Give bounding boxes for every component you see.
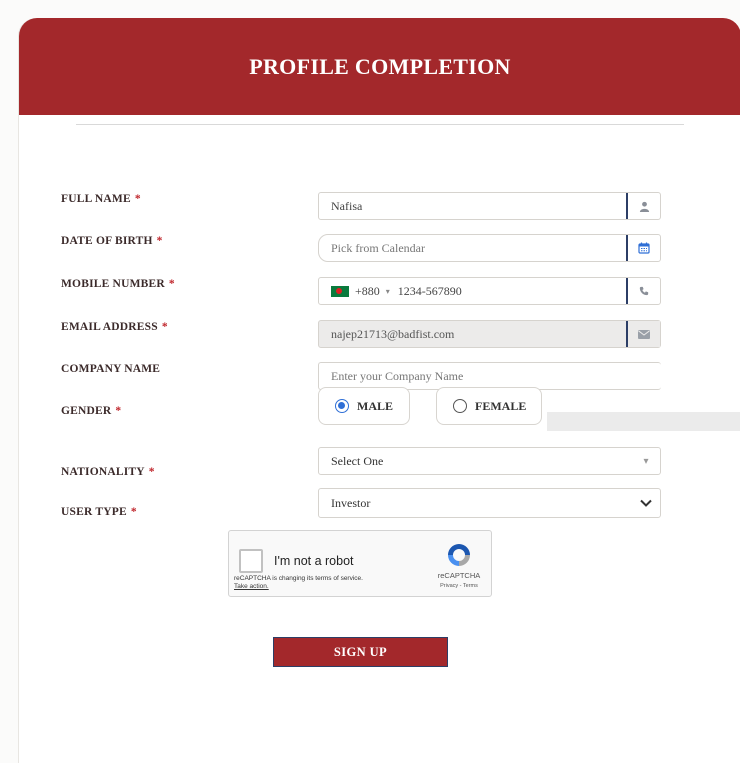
company-placeholder: Enter your Company Name — [331, 368, 464, 383]
chevron-down-icon — [632, 499, 660, 507]
recaptcha-checkbox[interactable] — [239, 549, 263, 573]
email-value: najep21713@badfist.com — [331, 326, 455, 341]
mobile-field[interactable]: +880 ▾ 1234-567890 — [318, 277, 661, 305]
email-label: EMAIL ADDRESS * — [61, 321, 168, 333]
nationality-select[interactable]: Select One ▾ — [318, 447, 661, 475]
divider — [76, 124, 684, 125]
header-banner: PROFILE COMPLETION — [19, 18, 740, 115]
signup-button[interactable]: SIGN UP — [273, 637, 448, 667]
email-field: najep21713@badfist.com — [318, 320, 661, 348]
female-label: FEMALE — [475, 398, 527, 413]
recaptcha-logo-icon — [448, 544, 470, 566]
page-title: PROFILE COMPLETION — [249, 53, 511, 79]
mobile-label: MOBILE NUMBER * — [61, 278, 175, 290]
dob-label: DATE OF BIRTH * — [61, 235, 163, 247]
dob-field[interactable]: Pick from Calendar — [318, 234, 661, 262]
gender-label: GENDER * — [61, 405, 122, 417]
company-field[interactable]: Enter your Company Name — [318, 362, 661, 390]
recaptcha-brand: reCAPTCHA — [437, 571, 481, 580]
gender-male-option[interactable]: MALE — [318, 387, 410, 425]
recaptcha-widget: I'm not a robot reCAPTCHA is changing it… — [228, 530, 492, 597]
grey-bar — [547, 412, 740, 431]
recaptcha-take-action-link[interactable]: Take action. — [234, 583, 363, 591]
gender-female-option[interactable]: FEMALE — [436, 387, 542, 425]
user-icon — [626, 193, 660, 219]
recaptcha-terms-link[interactable]: Privacy - Terms — [429, 583, 489, 589]
company-label: COMPANY NAME — [61, 363, 161, 375]
male-label: MALE — [357, 398, 393, 413]
envelope-icon — [626, 321, 660, 347]
full-name-value: Nafisa — [331, 198, 363, 213]
nationality-value: Select One — [331, 453, 384, 468]
country-code[interactable]: +880 — [355, 284, 380, 299]
dob-placeholder: Pick from Calendar — [331, 240, 425, 255]
user-type-value: Investor — [331, 495, 371, 510]
chevron-down-icon: ▾ — [643, 455, 649, 467]
male-radio[interactable] — [335, 399, 349, 413]
user-type-label: USER TYPE * — [61, 506, 137, 518]
calendar-icon[interactable] — [626, 235, 660, 261]
recaptcha-label: I'm not a robot — [274, 554, 354, 568]
bangladesh-flag-icon[interactable] — [331, 285, 349, 297]
phone-icon — [626, 278, 660, 304]
female-radio[interactable] — [453, 399, 467, 413]
mobile-value: 1234-567890 — [397, 283, 462, 298]
nationality-label: NATIONALITY * — [61, 466, 155, 478]
recaptcha-notice: reCAPTCHA is changing its terms of servi… — [234, 575, 363, 591]
user-type-select[interactable]: Investor — [318, 488, 661, 518]
full-name-field[interactable]: Nafisa — [318, 192, 661, 220]
full-name-label: FULL NAME * — [61, 193, 141, 205]
